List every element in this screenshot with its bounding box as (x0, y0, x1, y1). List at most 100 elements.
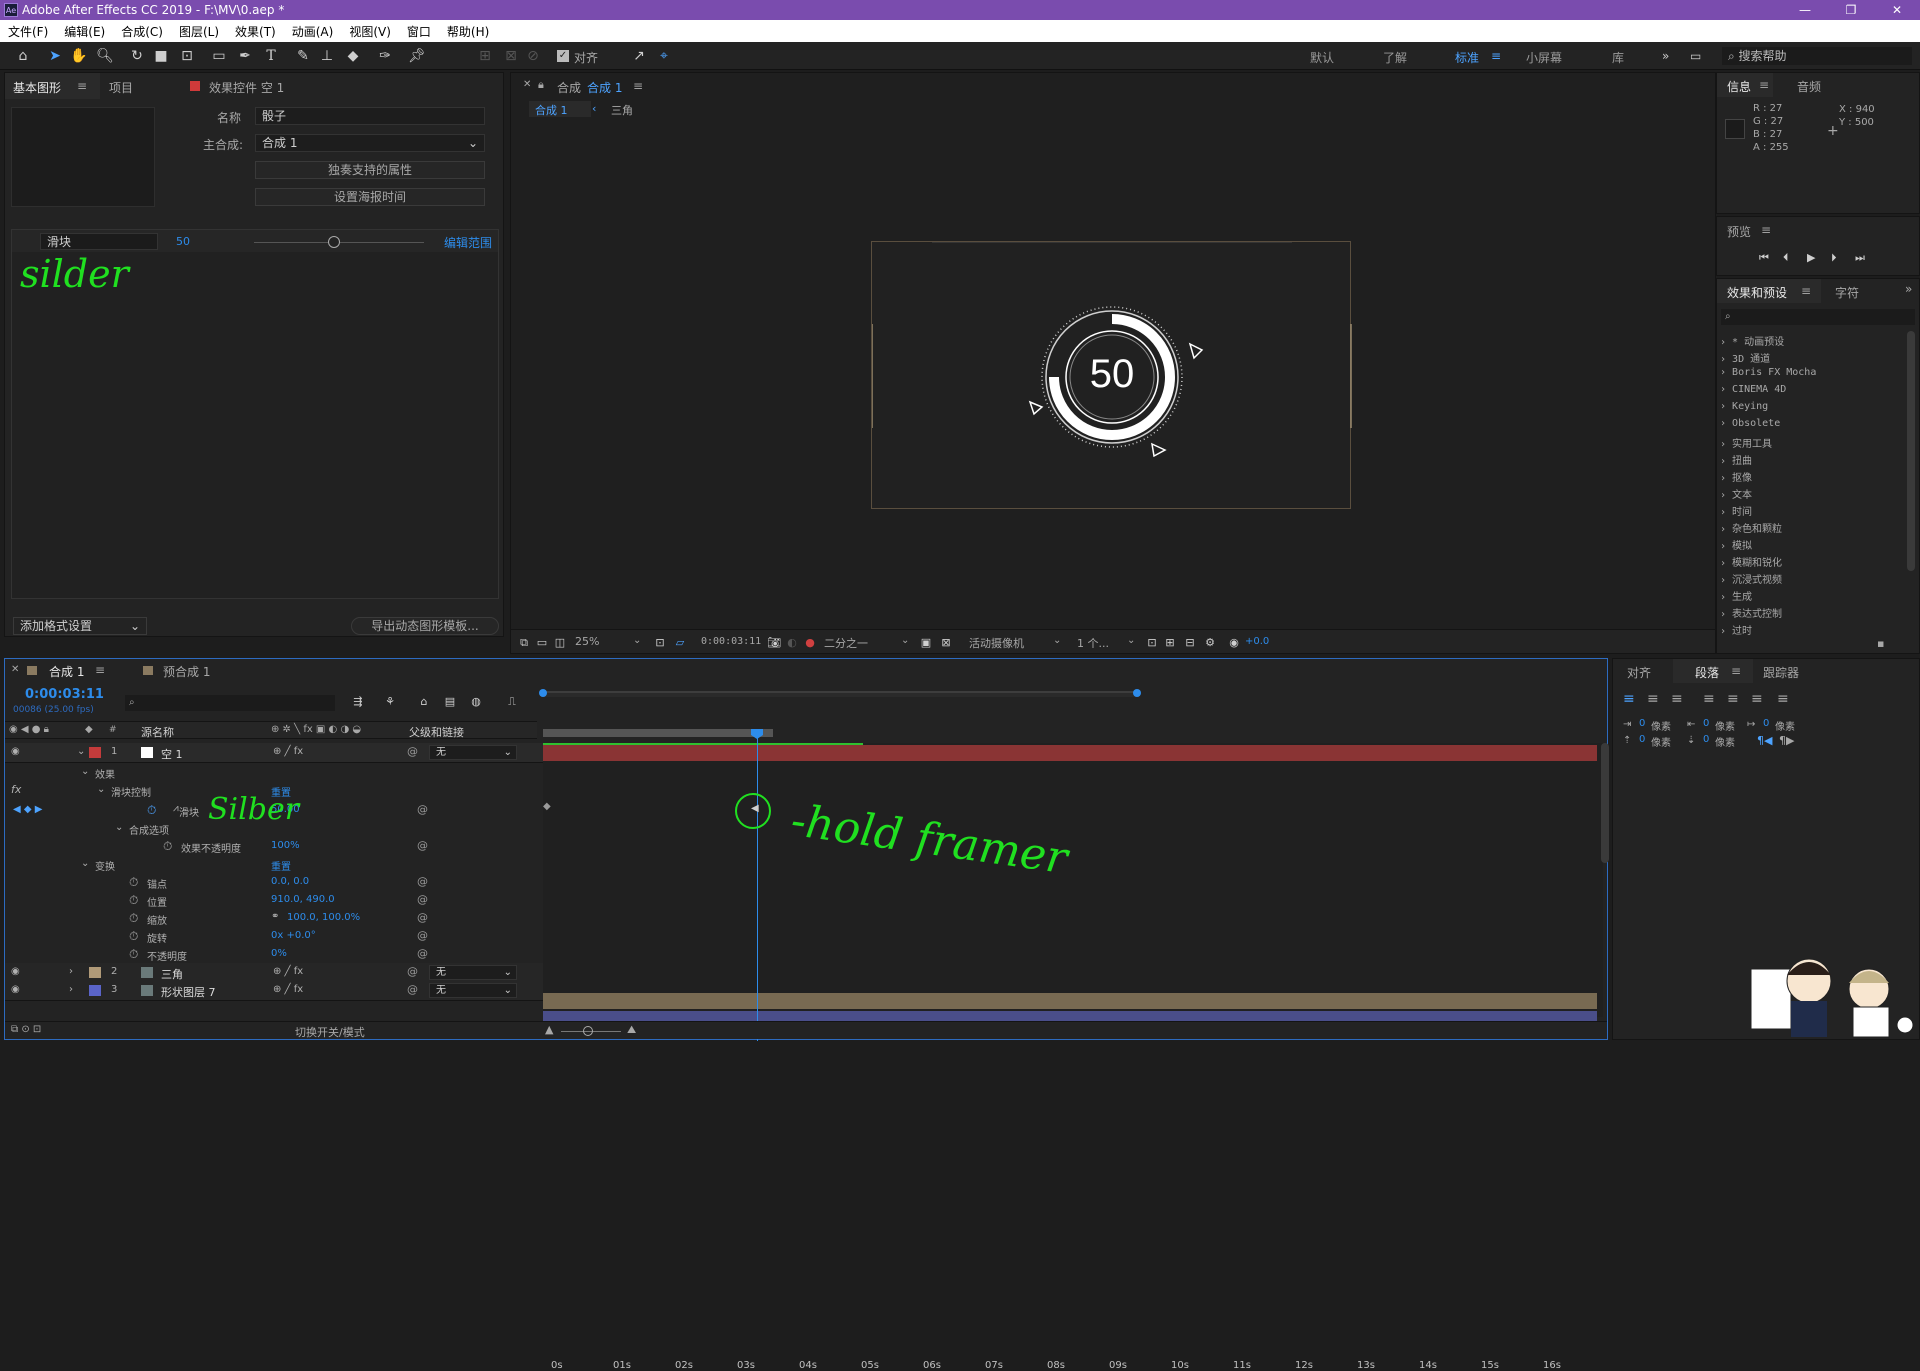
navigator-start-handle[interactable] (539, 689, 547, 697)
play-icon[interactable]: ▶ (1807, 251, 1815, 264)
justify-left-icon[interactable]: ≡ (1703, 691, 1715, 707)
clone-stamp-icon[interactable]: ⊥ (318, 47, 336, 65)
effects-category-item[interactable]: › Keying (1720, 401, 1768, 412)
expression-pickwhip-icon[interactable]: @ (417, 893, 428, 906)
effects-category-item[interactable]: › 模拟 (1720, 537, 1752, 552)
work-area-bar[interactable] (543, 729, 773, 737)
breadcrumb-triangle[interactable]: 三角 (611, 102, 633, 118)
pan-behind-icon[interactable]: ⊡ (178, 47, 196, 65)
expression-pickwhip-icon[interactable]: @ (417, 911, 428, 924)
layer-bar-null[interactable] (543, 745, 1597, 761)
footer-toggle-icons[interactable]: ⧉ ⊙ ⊡ (11, 1024, 41, 1035)
reset-exposure-icon[interactable]: ◉ (1225, 634, 1243, 652)
layer-color-label[interactable] (89, 747, 101, 758)
hold-keyframe-icon[interactable]: ◀ (751, 803, 759, 814)
world-axis-icon[interactable]: ⊠ (502, 47, 520, 65)
effects-scrollbar[interactable] (1907, 331, 1915, 571)
layer-switches-icons[interactable]: ⊕ ╱ fx (273, 984, 303, 995)
add-format-select[interactable]: 添加格式设置 ⌄ (13, 617, 147, 635)
first-frame-icon[interactable]: ⏮ (1759, 251, 1769, 265)
export-motion-graphics-template-button[interactable]: 导出动态图形模板... (351, 617, 499, 635)
snap-checkbox[interactable]: ✓ (557, 50, 569, 62)
overflow-icon[interactable]: » (1905, 282, 1912, 296)
expression-pickwhip-icon[interactable]: @ (417, 875, 428, 888)
pickwhip-icon[interactable]: @ (407, 965, 418, 978)
timeline-icon[interactable]: ⊟ (1181, 634, 1199, 652)
justify-right-icon[interactable]: ≡ (1751, 691, 1763, 707)
visibility-eye-icon[interactable]: ◉ (11, 746, 20, 757)
workspace-library[interactable]: 库 (1612, 49, 1624, 66)
property-value[interactable]: 100% (271, 840, 300, 851)
effects-category-item[interactable]: › 杂色和颗粒 (1720, 520, 1782, 535)
mask-icon[interactable]: ▱ (671, 634, 689, 652)
next-frame-icon[interactable]: ⏵ (1831, 251, 1837, 265)
lock-icon[interactable]: 🔒︎ (538, 78, 544, 92)
layer-row[interactable]: ◉ › 3 形状图层 7 ⊕ ╱ fx @ 无 ⌄ (5, 981, 545, 1001)
property-value[interactable]: 重置 (271, 858, 291, 873)
views-select[interactable]: 1 个... (1077, 635, 1109, 651)
stopwatch-icon[interactable]: ⏱︎ (129, 875, 138, 890)
effects-search-input[interactable]: ⌕ (1721, 309, 1915, 325)
composition-canvas[interactable]: 50 (871, 241, 1352, 509)
panel-menu-icon[interactable]: ≡ (95, 663, 105, 677)
edit-range-link[interactable]: 编辑范围 (444, 234, 492, 251)
rtl-direction-icon[interactable]: ¶▶ (1779, 734, 1794, 747)
tab-project[interactable]: 项目 (109, 79, 133, 96)
menu-window[interactable]: 窗口 (399, 23, 439, 40)
zoom-tool-icon[interactable]: 🔍︎ (96, 47, 114, 65)
space-after-value[interactable]: 0 (1703, 734, 1709, 745)
panel-menu-icon[interactable]: ≡ (633, 79, 643, 93)
tab-tracker[interactable]: 跟踪器 (1763, 664, 1799, 681)
effects-category-item[interactable]: › 过时 (1720, 622, 1752, 637)
snap-feather-icon[interactable]: ↗ (630, 47, 648, 65)
maximize-button[interactable]: ❐ (1828, 0, 1874, 20)
draft-3d-icon[interactable]: ⚘ (381, 693, 399, 711)
panel-menu-icon[interactable]: ≡ (77, 79, 87, 93)
flowchart-icon[interactable]: ⚙ (1201, 634, 1219, 652)
justify-center-icon[interactable]: ≡ (1727, 691, 1739, 707)
parent-select[interactable]: 无 ⌄ (429, 745, 517, 760)
shy-layers-icon[interactable]: ⌂ (415, 693, 433, 711)
solo-supported-properties-button[interactable]: 独奏支持的属性 (255, 161, 485, 179)
footer-timecode[interactable]: 0:00:03:11 (701, 636, 761, 647)
hand-tool-icon[interactable]: ✋ (70, 47, 88, 65)
eraser-tool-icon[interactable]: ◆ (344, 47, 362, 65)
minimize-button[interactable]: — (1782, 0, 1828, 20)
breadcrumb-comp1[interactable]: 合成 1 (535, 102, 568, 118)
expression-pickwhip-icon[interactable]: @ (417, 929, 428, 942)
tab-audio[interactable]: 音频 (1797, 78, 1821, 95)
effects-category-item[interactable]: › 扭曲 (1720, 452, 1752, 467)
tab-composition[interactable]: 合成 1 (587, 79, 622, 96)
expand-chevron-icon[interactable]: ⌄ (97, 784, 105, 795)
frame-blending-icon[interactable]: ▤ (441, 693, 459, 711)
menu-composition[interactable]: 合成(C) (113, 23, 171, 40)
effects-category-item[interactable]: › 3D 通道 (1720, 350, 1770, 365)
menu-animation[interactable]: 动画(A) (284, 23, 342, 40)
rotate-tool-icon[interactable]: ↻ (128, 47, 146, 65)
menu-help[interactable]: 帮助(H) (439, 23, 497, 40)
camera-select[interactable]: 活动摄像机 (969, 635, 1024, 651)
stopwatch-icon[interactable]: ⏱︎ (129, 929, 138, 944)
panel-menu-icon[interactable]: ≡ (1731, 664, 1741, 678)
tab-essential-graphics[interactable]: 基本图形 (13, 79, 61, 96)
brush-tool-icon[interactable]: ✎ (294, 47, 312, 65)
expression-pickwhip-icon[interactable]: @ (417, 803, 428, 816)
pickwhip-icon[interactable]: @ (407, 745, 418, 758)
layer-color-label[interactable] (89, 967, 101, 978)
menu-view[interactable]: 视图(V) (341, 23, 399, 40)
menu-effect[interactable]: 效果(T) (227, 23, 284, 40)
timeline-scrollbar[interactable] (1601, 743, 1609, 863)
layer-row[interactable]: ◉ ⌄ 1 空 1 ⊕ ╱ fx @ 无 ⌄ (5, 743, 545, 763)
effects-category-item[interactable]: › 抠像 (1720, 469, 1752, 484)
expression-pickwhip-icon[interactable]: @ (417, 839, 428, 852)
property-value[interactable]: 0.0, 0.0 (271, 876, 309, 887)
timeline-search-input[interactable]: ⌕ (125, 695, 335, 711)
property-value[interactable]: 0% (271, 948, 287, 959)
effects-category-item[interactable]: › 生成 (1720, 588, 1752, 603)
expand-chevron-icon[interactable]: ⌄ (81, 766, 89, 777)
position-property[interactable]: ⏱︎ 位置 910.0, 490.0 @ (5, 891, 545, 911)
effects-category-item[interactable]: › 表达式控制 (1720, 605, 1782, 620)
region-of-interest-icon[interactable]: ▣ (917, 634, 935, 652)
property-value[interactable]: 100.0, 100.0% (287, 912, 360, 923)
parent-select[interactable]: 无 ⌄ (429, 983, 517, 998)
